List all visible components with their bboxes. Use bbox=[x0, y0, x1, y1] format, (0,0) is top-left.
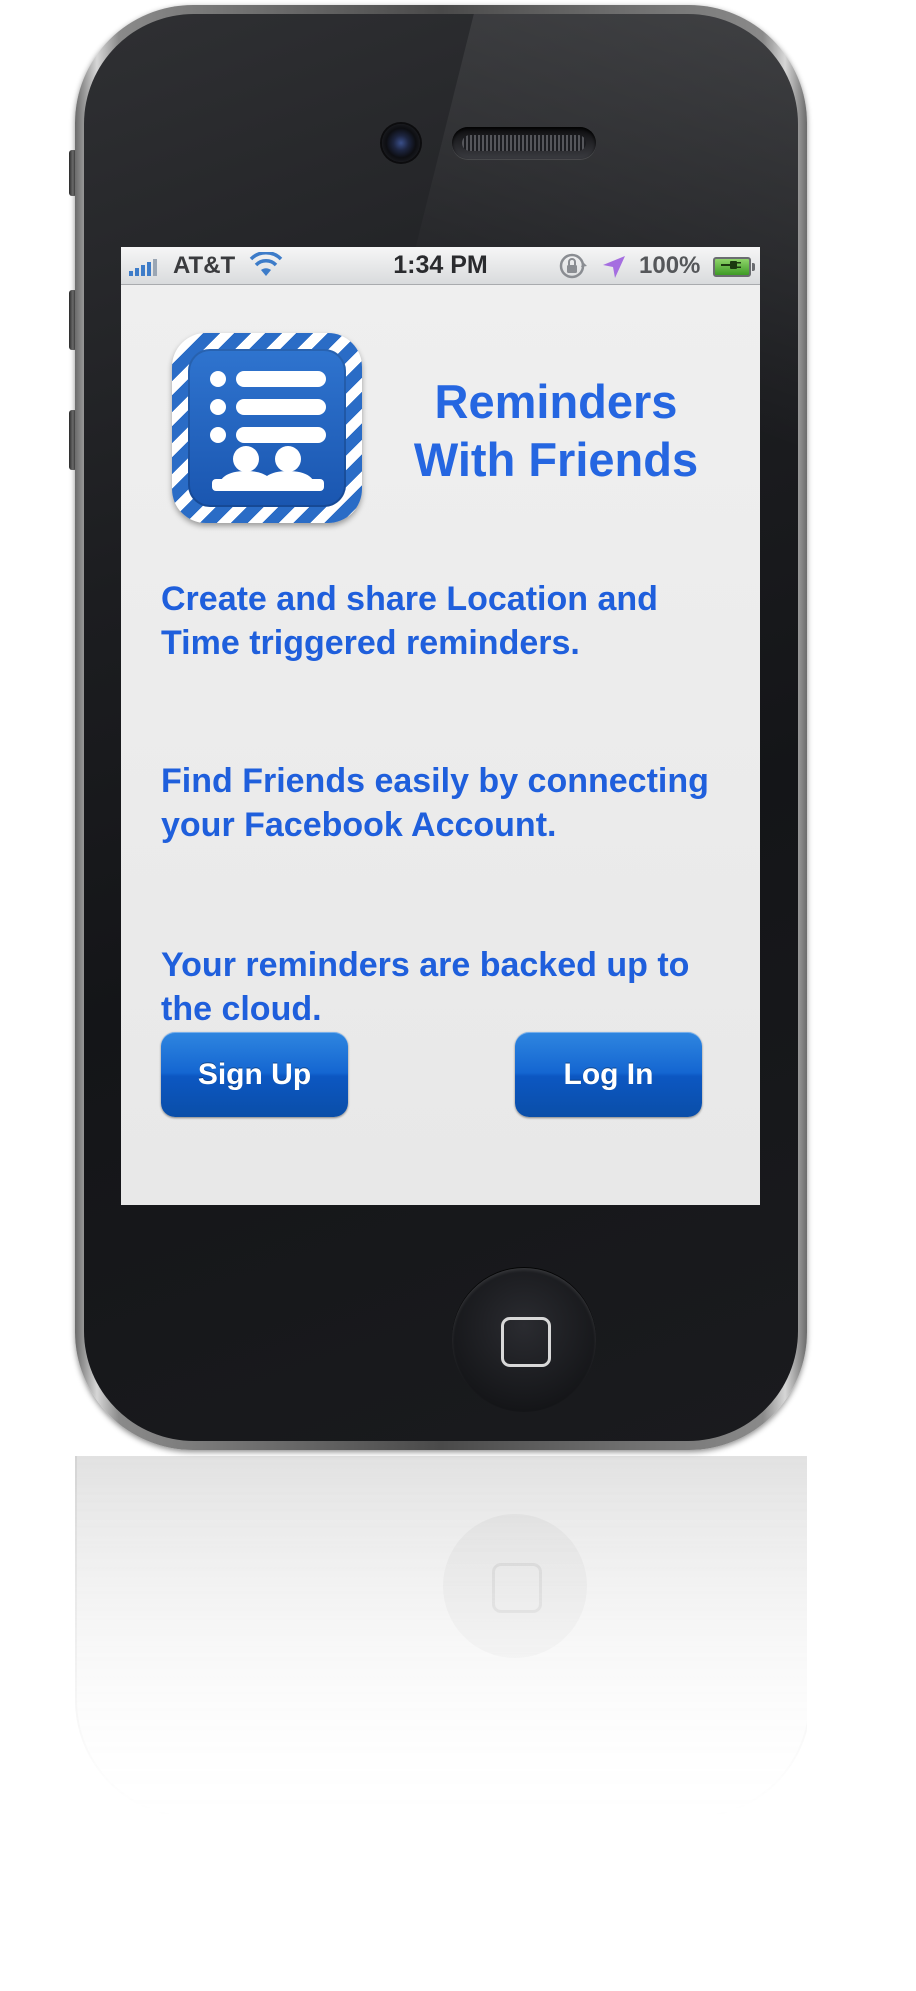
app-screen: AT&T 1:34 PM 100% Reminders With Friends… bbox=[121, 247, 760, 1205]
location-arrow-icon bbox=[603, 256, 625, 278]
feature-cloud-text: Your reminders are backed up to the clou… bbox=[161, 946, 690, 1028]
welcome-content: Reminders With Friends Create and share … bbox=[121, 285, 760, 1205]
feature-reminders-text: Create and share Location and Time trigg… bbox=[161, 580, 658, 662]
reflection-body bbox=[75, 1456, 807, 1816]
list-people-icon bbox=[210, 371, 326, 491]
reminders-friends-app-icon bbox=[172, 333, 362, 523]
battery-percentage: 100% bbox=[639, 252, 701, 279]
reflection-home-button bbox=[443, 1514, 587, 1658]
home-button[interactable] bbox=[452, 1268, 596, 1412]
reflection-home-square-icon bbox=[492, 1563, 542, 1613]
front-camera-icon bbox=[382, 124, 420, 162]
rotation-lock-icon bbox=[559, 253, 587, 279]
sign-up-button[interactable]: Sign Up bbox=[161, 1032, 348, 1117]
battery-charging-icon bbox=[713, 257, 755, 277]
earpiece-speaker bbox=[452, 127, 596, 159]
status-bar: AT&T 1:34 PM 100% bbox=[121, 247, 760, 285]
app-title-line1: Reminders bbox=[434, 375, 678, 428]
feature-friends-text: Find Friends easily by connecting your F… bbox=[161, 762, 709, 844]
phone-reflection bbox=[75, 1456, 807, 1816]
app-title-line2: With Friends bbox=[413, 433, 699, 486]
device-mockup: AT&T 1:34 PM 100% Reminders With Friends… bbox=[0, 0, 916, 1991]
home-square-icon bbox=[501, 1317, 551, 1367]
app-icon-face bbox=[188, 349, 346, 507]
log-in-button[interactable]: Log In bbox=[515, 1032, 702, 1117]
app-title: Reminders With Friends bbox=[391, 373, 721, 489]
